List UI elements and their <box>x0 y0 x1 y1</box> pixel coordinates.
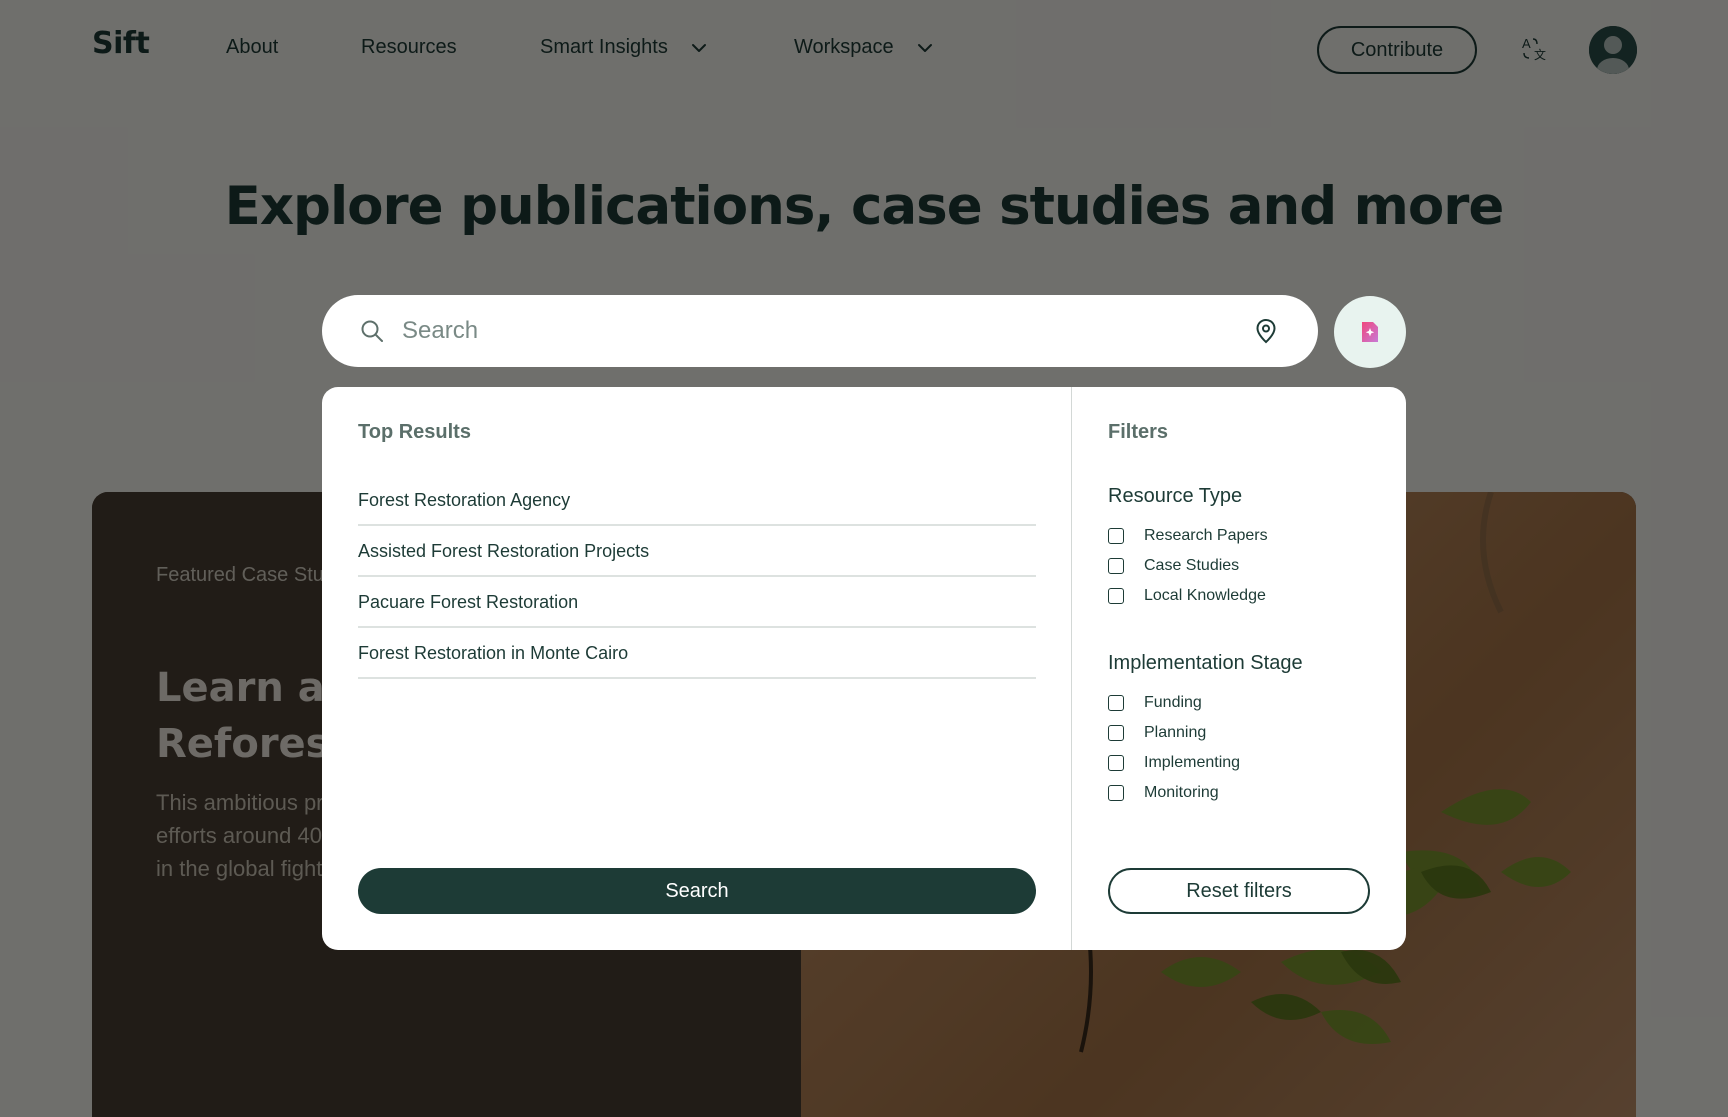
search-dropdown-panel: Top Results Forest Restoration Agency As… <box>322 387 1406 950</box>
map-pin-icon[interactable] <box>1252 317 1280 345</box>
checkbox[interactable] <box>1108 528 1124 544</box>
contribute-button[interactable]: Contribute <box>1317 26 1477 74</box>
checkbox[interactable] <box>1108 725 1124 741</box>
svg-text:文: 文 <box>1534 47 1546 62</box>
site-logo[interactable]: Sift <box>92 26 150 61</box>
checkbox[interactable] <box>1108 558 1124 574</box>
featured-eyebrow: Featured Case Stu <box>156 564 324 586</box>
resource-type-title: Resource Type <box>1108 485 1243 507</box>
nav-about-label: About <box>226 36 279 58</box>
result-item[interactable]: Pacuare Forest Restoration <box>358 577 1036 628</box>
search-bar <box>322 295 1318 367</box>
nav-workspace[interactable]: Workspace <box>794 36 934 59</box>
filters-heading: Filters <box>1108 421 1169 443</box>
filter-option-label: Local Knowledge <box>1144 587 1266 604</box>
ai-search-button[interactable] <box>1334 296 1406 368</box>
filter-option-label: Research Papers <box>1144 527 1268 544</box>
filter-option-label: Monitoring <box>1144 784 1219 801</box>
resource-type-options: Research Papers Case Studies Local Knowl… <box>1108 521 1268 611</box>
filter-option-research-papers[interactable]: Research Papers <box>1108 521 1268 551</box>
chevron-down-icon <box>691 43 706 52</box>
checkbox[interactable] <box>1108 588 1124 604</box>
svg-text:A: A <box>1522 36 1531 51</box>
search-submit-button[interactable]: Search <box>358 868 1036 914</box>
result-item[interactable]: Forest Restoration in Monte Cairo <box>358 628 1036 679</box>
filter-option-implementing[interactable]: Implementing <box>1108 748 1240 778</box>
reset-filters-button[interactable]: Reset filters <box>1108 868 1370 914</box>
filter-option-monitoring[interactable]: Monitoring <box>1108 778 1240 808</box>
results-list: Forest Restoration Agency Assisted Fores… <box>358 475 1036 679</box>
ai-sparkle-document-icon <box>1362 322 1378 342</box>
filter-option-label: Implementing <box>1144 754 1241 771</box>
nav-workspace-label: Workspace <box>794 36 894 58</box>
top-results-heading: Top Results <box>358 421 471 443</box>
nav-smart-insights-label: Smart Insights <box>540 36 668 58</box>
nav-about[interactable]: About <box>226 36 278 59</box>
filter-option-local-knowledge[interactable]: Local Knowledge <box>1108 581 1268 611</box>
user-avatar[interactable] <box>1589 26 1637 74</box>
implementation-stage-title: Implementation Stage <box>1108 652 1303 674</box>
nav-smart-insights[interactable]: Smart Insights <box>540 36 708 59</box>
page-title: Explore publications, case studies and m… <box>224 176 1505 237</box>
filters-pane: Filters Resource Type Research Papers Ca… <box>1072 387 1406 950</box>
filter-option-funding[interactable]: Funding <box>1108 688 1240 718</box>
top-results-pane: Top Results Forest Restoration Agency As… <box>322 387 1071 950</box>
filter-option-label: Funding <box>1144 694 1202 711</box>
checkbox[interactable] <box>1108 695 1124 711</box>
nav-resources-label: Resources <box>361 36 457 58</box>
filter-option-label: Planning <box>1144 724 1207 741</box>
checkbox[interactable] <box>1108 785 1124 801</box>
top-navigation: Sift About Resources Smart Insights Work… <box>0 0 1728 96</box>
search-input[interactable] <box>402 311 1242 351</box>
nav-resources[interactable]: Resources <box>361 36 457 59</box>
implementation-stage-options: Funding Planning Implementing Monitoring <box>1108 688 1240 808</box>
chevron-down-icon <box>917 43 932 52</box>
search-icon <box>361 320 383 342</box>
translate-icon[interactable]: A 文 <box>1518 33 1550 65</box>
result-item[interactable]: Forest Restoration Agency <box>358 475 1036 526</box>
filter-option-case-studies[interactable]: Case Studies <box>1108 551 1268 581</box>
filter-option-planning[interactable]: Planning <box>1108 718 1240 748</box>
user-avatar-icon <box>1589 26 1637 74</box>
checkbox[interactable] <box>1108 755 1124 771</box>
result-item[interactable]: Assisted Forest Restoration Projects <box>358 526 1036 577</box>
filter-option-label: Case Studies <box>1144 557 1240 574</box>
